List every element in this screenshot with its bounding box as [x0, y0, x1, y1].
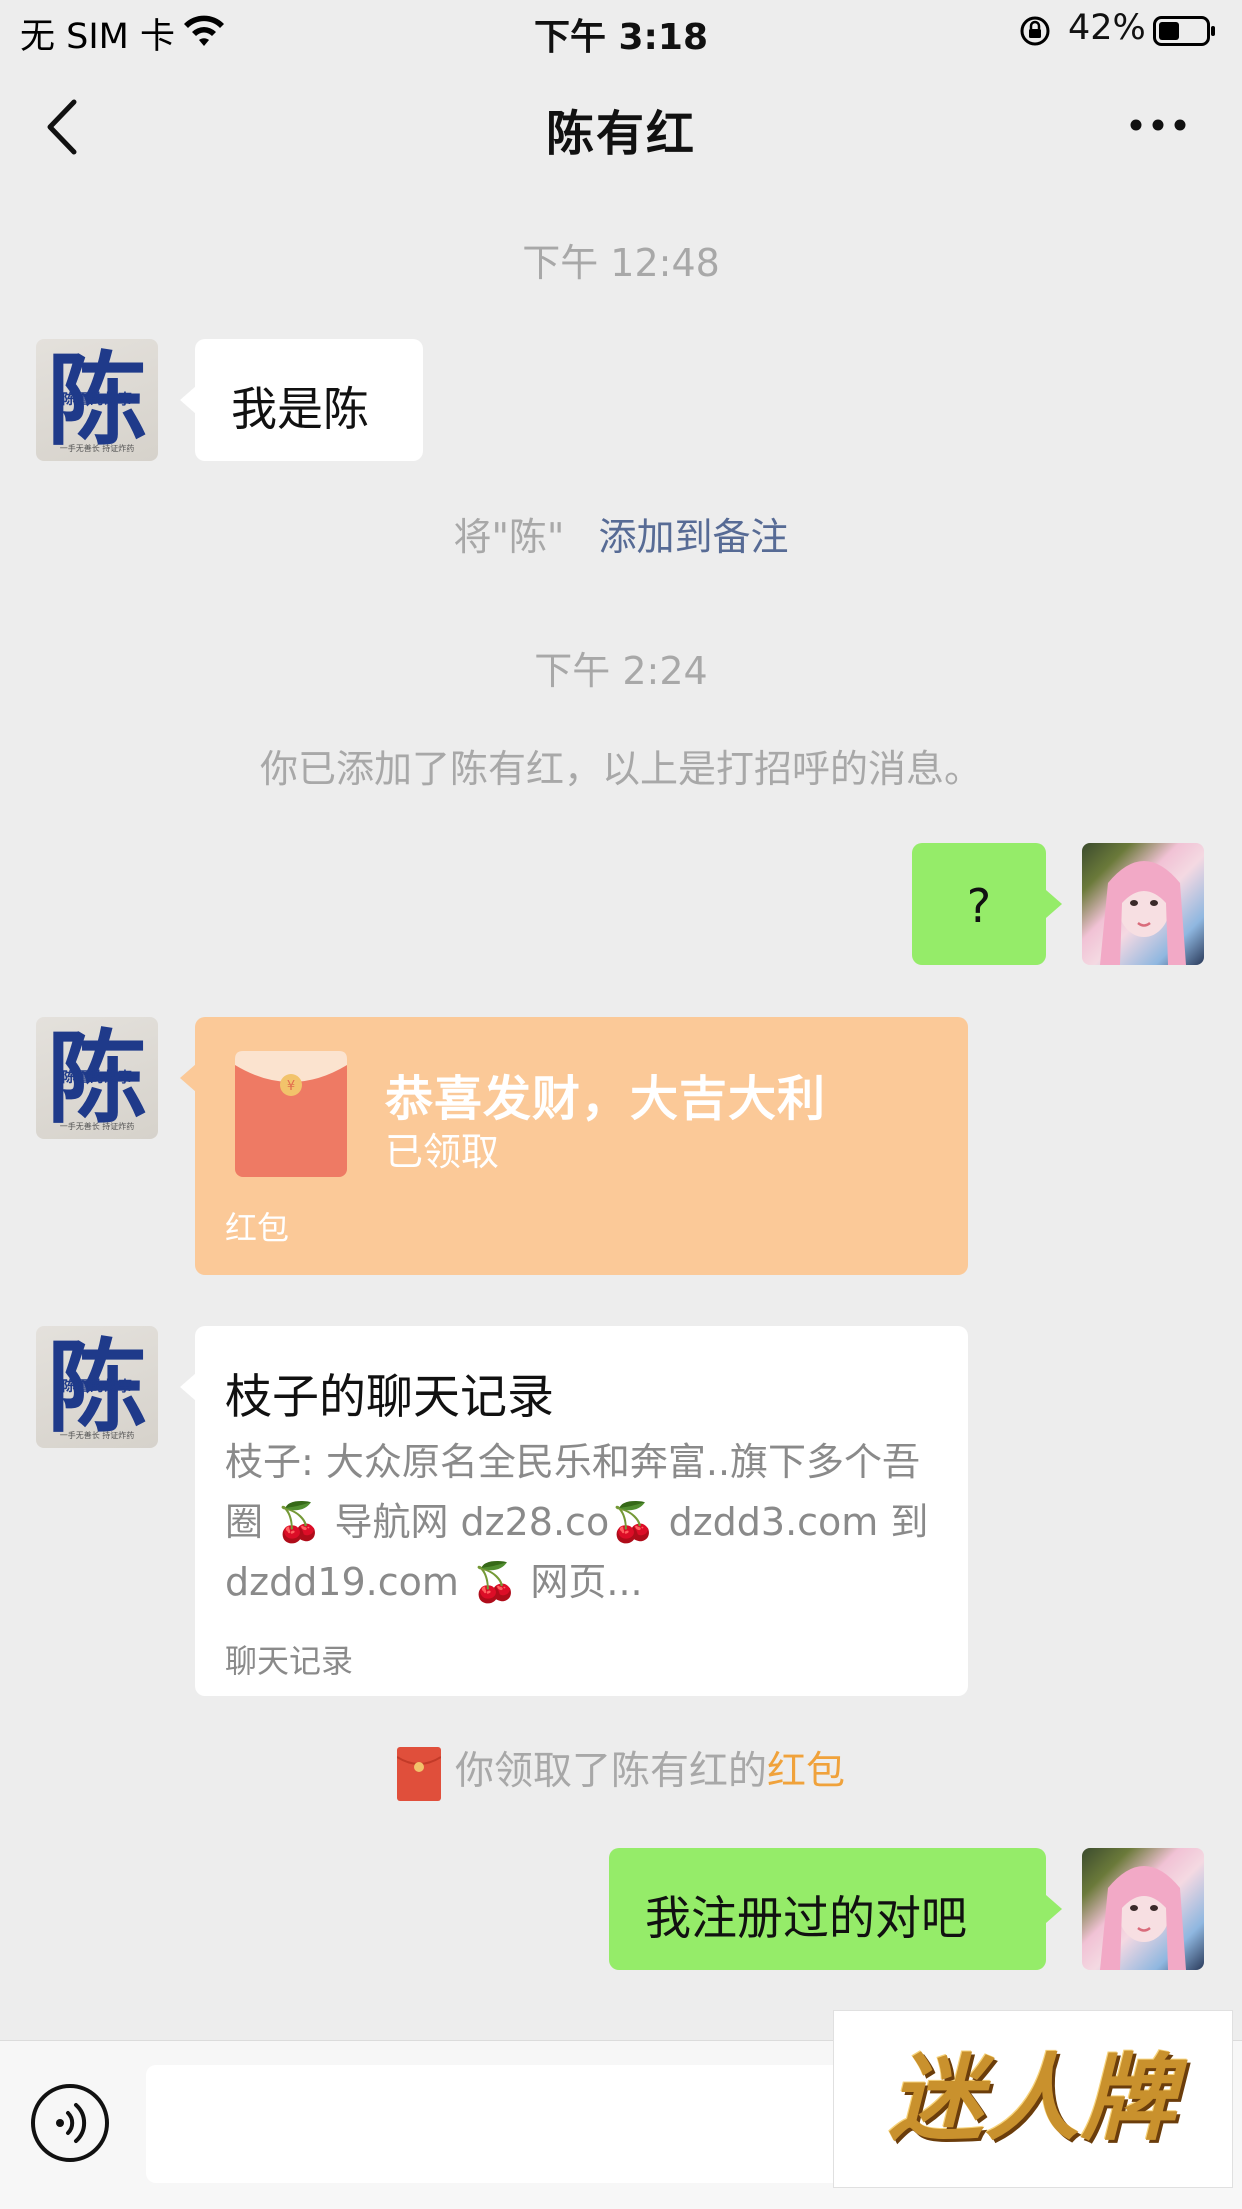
avatar-motto: 一手无善长 持证炸药 [59, 444, 135, 453]
status-bar: 无 SIM 卡 下午 3:18 42% [0, 0, 1242, 62]
red-packet-title: 恭喜发财，大吉大利 [385, 1071, 827, 1127]
red-packet-status: 已领取 [385, 1130, 500, 1174]
red-packet-small-icon [396, 1746, 441, 1801]
bubble-tail [180, 1064, 196, 1092]
add-remark-link[interactable]: 添加到备注 [599, 515, 789, 559]
avatar[interactable]: 陈 陈雪的故事 一手无善长 持证炸药 [36, 339, 158, 461]
notice-text: 你领取了陈有红的 [454, 1749, 767, 1794]
bubble-tail [180, 386, 196, 414]
page-title: 陈有红 [545, 106, 696, 162]
watermark-text: 迷人牌 [888, 2044, 1177, 2154]
chat-record-title: 枝子的聊天记录 [225, 1370, 554, 1425]
profile-photo [1100, 1866, 1186, 1970]
svg-text:¥: ¥ [287, 1079, 295, 1094]
message-text: 我是陈 [231, 382, 369, 436]
red-packet-notice: 你领取了陈有红的红包 [0, 1740, 1242, 1801]
chat-record-preview: 枝子: 大众原名全民乐和奔富..旗下多个吾圈 🍒 导航网 dz28.co🍒 dz… [225, 1440, 929, 1604]
remark-prefix: 将"陈" [453, 515, 565, 559]
bubble-tail [1046, 1895, 1062, 1923]
avatar-motto: 一手无善长 持证炸药 [59, 1122, 135, 1131]
battery-percent: 42% [1068, 8, 1146, 48]
chat-record-label: 聊天记录 [225, 1642, 354, 1680]
chat-record-card[interactable]: 枝子的聊天记录 枝子: 大众原名全民乐和奔富..旗下多个吾圈 🍒 导航网 dz2… [195, 1326, 968, 1696]
avatar[interactable]: 陈 陈雪的故事 一手无善长 持证炸药 [36, 1017, 158, 1139]
battery-icon [1153, 16, 1215, 46]
red-packet-link[interactable]: 红包 [767, 1749, 845, 1794]
profile-photo [1100, 861, 1186, 965]
red-packet-card[interactable]: ¥ 恭喜发财，大吉大利 已领取 红包 [195, 1017, 968, 1275]
timestamp: 下午 12:48 [522, 241, 720, 285]
message-text: 我注册过的对吧 [645, 1891, 967, 1945]
message-bubble[interactable]: 我注册过的对吧 [609, 1848, 1046, 1970]
more-icon[interactable] [1126, 100, 1190, 150]
avatar-motto: 一手无善长 持证炸药 [59, 1431, 135, 1440]
my-avatar[interactable] [1082, 843, 1204, 965]
rotation-lock-icon [1020, 16, 1050, 46]
remark-hint: 将"陈" 添加到备注 [0, 506, 1242, 561]
my-avatar[interactable] [1082, 1848, 1204, 1970]
avatar-caption: 陈雪的故事 [62, 1070, 132, 1086]
bubble-tail [180, 1373, 196, 1401]
red-packet-icon: ¥ [235, 1051, 347, 1177]
message-bubble[interactable]: 我是陈 [195, 339, 423, 461]
avatar[interactable]: 陈 陈雪的故事 一手无善长 持证炸药 [36, 1326, 158, 1448]
system-notice: 你已添加了陈有红，以上是打招呼的消息。 [259, 747, 982, 791]
watermark-logo: 迷人牌 [833, 2010, 1233, 2188]
clock: 下午 3:18 [533, 17, 709, 58]
voice-icon[interactable] [30, 2083, 110, 2163]
message-bubble[interactable]: ? [912, 843, 1046, 965]
timestamp: 下午 2:24 [534, 649, 708, 693]
bubble-tail [1046, 890, 1062, 918]
avatar-caption: 陈雪的故事 [62, 1379, 132, 1395]
red-packet-label: 红包 [225, 1209, 290, 1247]
message-text: ? [966, 879, 992, 933]
avatar-caption: 陈雪的故事 [62, 392, 132, 408]
